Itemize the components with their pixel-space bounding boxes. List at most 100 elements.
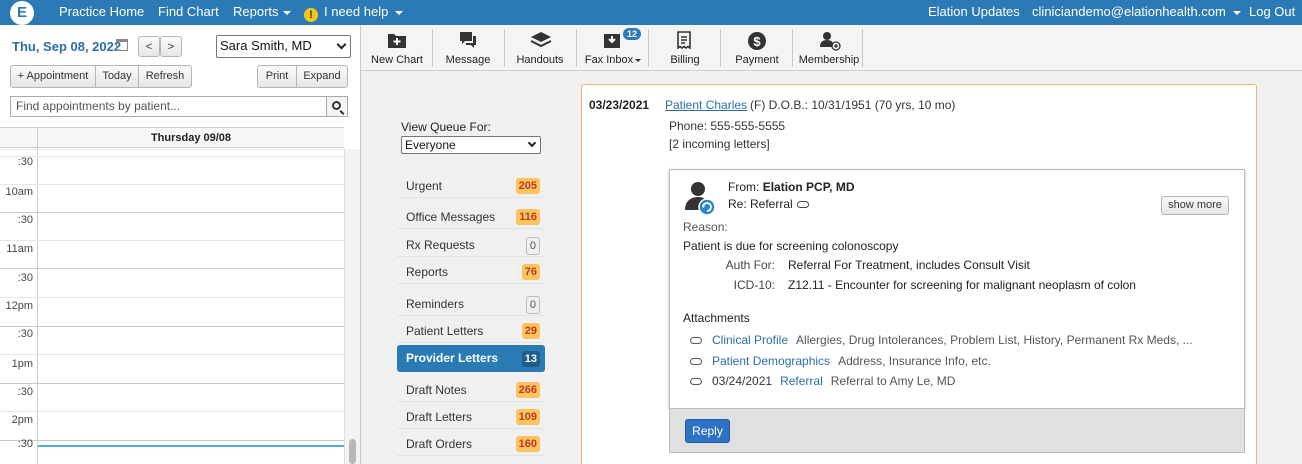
- calendar-header: Thursday 09/08: [0, 127, 344, 149]
- nav-reports[interactable]: Reports: [233, 0, 291, 25]
- queue-item-label: Office Messages: [406, 210, 496, 224]
- attachment-link[interactable]: Clinical Profile: [712, 333, 788, 347]
- nav-elation-updates[interactable]: Elation Updates: [928, 0, 1020, 25]
- nav-find-chart[interactable]: Find Chart: [158, 0, 219, 25]
- referral-card: From: Elation PCP, MD Re: Referral show …: [669, 169, 1245, 409]
- queue-item-patient-letters[interactable]: Patient Letters 29: [397, 319, 545, 343]
- toolbar-divider: [792, 29, 793, 67]
- attachment-date: 03/24/2021: [712, 374, 773, 388]
- reason-text: Patient is due for screening colonoscopy: [683, 239, 899, 253]
- message-label: Message: [445, 54, 491, 66]
- appointment-search-input[interactable]: Find appointments by patient...: [10, 96, 327, 117]
- toolbar-divider: [504, 29, 505, 67]
- membership-button[interactable]: Membership: [797, 30, 861, 66]
- patient-name-link[interactable]: Patient Charles: [665, 98, 747, 112]
- letter-from: From: Elation PCP, MD: [728, 180, 854, 194]
- refresh-button[interactable]: Refresh: [138, 65, 192, 88]
- queue-item-label: Reports: [406, 265, 449, 279]
- time-slot[interactable]: 12pm: [0, 300, 344, 327]
- fax-inbox-label: Fax Inbox: [583, 54, 643, 66]
- time-slot[interactable]: :30: [0, 328, 344, 355]
- fax-inbox-button[interactable]: 12 Fax Inbox: [583, 28, 643, 66]
- handouts-label: Handouts: [516, 54, 564, 66]
- nav-need-help-label: I need help: [324, 4, 389, 19]
- toolbar-divider: [862, 29, 863, 67]
- queue-item-rx-requests[interactable]: Rx Requests 0: [397, 233, 545, 257]
- print-button[interactable]: Print: [257, 65, 297, 88]
- add-appointment-button[interactable]: + Appointment: [10, 65, 96, 88]
- calendar-grid[interactable]: :30 10am :30 11am :30 12pm :30 1pm :30 2…: [0, 149, 344, 464]
- attachment-description: Allergies, Drug Intolerances, Problem Li…: [796, 333, 1193, 347]
- nav-user-label: cliniciandemo@elationhealth.com: [1032, 4, 1226, 19]
- time-slot[interactable]: 2pm: [0, 414, 344, 441]
- time-label: :30: [17, 272, 33, 284]
- scrollbar-thumb[interactable]: [349, 439, 356, 464]
- nav-user-menu[interactable]: cliniciandemo@elationhealth.com: [1032, 0, 1241, 25]
- chevron-down-icon: [282, 10, 291, 15]
- handouts-button[interactable]: Handouts: [511, 30, 569, 66]
- nav-practice-home[interactable]: Practice Home: [59, 0, 144, 25]
- time-slot[interactable]: :30: [0, 214, 344, 241]
- queue-count-badge: 13: [521, 351, 540, 367]
- attachment-link[interactable]: Patient Demographics: [712, 354, 830, 368]
- inbox-icon: [604, 34, 620, 48]
- membership-label: Membership: [798, 54, 860, 66]
- queue-item-reminders[interactable]: Reminders 0: [397, 292, 545, 316]
- chevron-down-icon: [395, 10, 404, 15]
- time-slot[interactable]: 11am: [0, 243, 344, 269]
- dollar-icon: $: [748, 32, 766, 50]
- next-day-button[interactable]: >: [160, 36, 182, 57]
- search-icon: [332, 101, 341, 110]
- time-slot[interactable]: [0, 184, 344, 185]
- time-label: :30: [17, 438, 33, 450]
- from-name: Elation PCP, MD: [762, 180, 855, 194]
- elation-logo[interactable]: E: [10, 1, 34, 25]
- queue-item-draft-notes[interactable]: Draft Notes 266: [397, 378, 545, 402]
- queue-count-badge: 0: [525, 296, 540, 314]
- calendar-scrollbar[interactable]: [344, 149, 360, 464]
- time-slot[interactable]: 10am: [0, 186, 344, 213]
- queue-item-provider-letters[interactable]: Provider Letters 13: [397, 345, 545, 372]
- message-button[interactable]: Message: [439, 30, 497, 66]
- icd-value: Z12.11 - Encounter for screening for mal…: [788, 278, 1136, 292]
- provider-select[interactable]: Sara Smith, MD: [216, 35, 351, 58]
- calendar-icon[interactable]: [116, 39, 128, 51]
- patient-demographics: (F) D.O.B.: 10/31/1951 (70 yrs, 10 mo): [750, 98, 956, 112]
- queue-item-reports[interactable]: Reports 76: [397, 260, 545, 284]
- queue-item-draft-orders[interactable]: Draft Orders 160: [397, 432, 545, 456]
- attachments-heading: Attachments: [683, 311, 750, 325]
- prev-day-button[interactable]: <: [138, 36, 160, 57]
- billing-button[interactable]: Billing: [655, 30, 715, 66]
- billing-label: Billing: [670, 54, 700, 66]
- queue-item-office-messages[interactable]: Office Messages 116: [397, 205, 545, 229]
- new-chart-button[interactable]: New Chart: [367, 30, 427, 66]
- payment-button[interactable]: $ Payment: [727, 30, 787, 66]
- nav-reports-label: Reports: [233, 4, 279, 19]
- calendar-day-label: Thursday 09/08: [150, 132, 232, 144]
- time-slot[interactable]: :30: [0, 156, 344, 168]
- reply-button[interactable]: Reply: [685, 419, 730, 443]
- fax-count-badge: 12: [623, 28, 642, 40]
- time-slot[interactable]: :30: [0, 272, 344, 298]
- schedule-date[interactable]: Thu, Sep 08, 2022: [12, 39, 121, 54]
- queue-count-badge: 29: [521, 323, 540, 339]
- expand-button[interactable]: Expand: [296, 65, 348, 88]
- show-more-button[interactable]: show more: [1161, 196, 1229, 215]
- scheduler-panel: Thu, Sep 08, 2022 < > Sara Smith, MD + A…: [0, 25, 361, 464]
- chevron-down-icon: [336, 39, 347, 50]
- time-slot[interactable]: 1pm: [0, 358, 344, 384]
- queue-item-draft-letters[interactable]: Draft Letters 109: [397, 405, 545, 429]
- stack-icon: [530, 32, 552, 48]
- queue-select[interactable]: Everyone: [401, 136, 541, 154]
- nav-need-help[interactable]: ! I need help: [304, 0, 404, 25]
- search-button[interactable]: [326, 96, 348, 117]
- queue-item-urgent[interactable]: Urgent 205: [397, 174, 545, 198]
- queue-item-label: Draft Notes: [406, 383, 467, 397]
- chevron-down-icon: [527, 138, 537, 148]
- queue-select-value: Everyone: [405, 138, 456, 152]
- today-button[interactable]: Today: [95, 65, 139, 88]
- time-slot[interactable]: [0, 149, 344, 150]
- nav-log-out[interactable]: Log Out: [1249, 0, 1295, 25]
- time-slot[interactable]: :30: [0, 386, 344, 412]
- attachment-link[interactable]: Referral: [780, 374, 823, 388]
